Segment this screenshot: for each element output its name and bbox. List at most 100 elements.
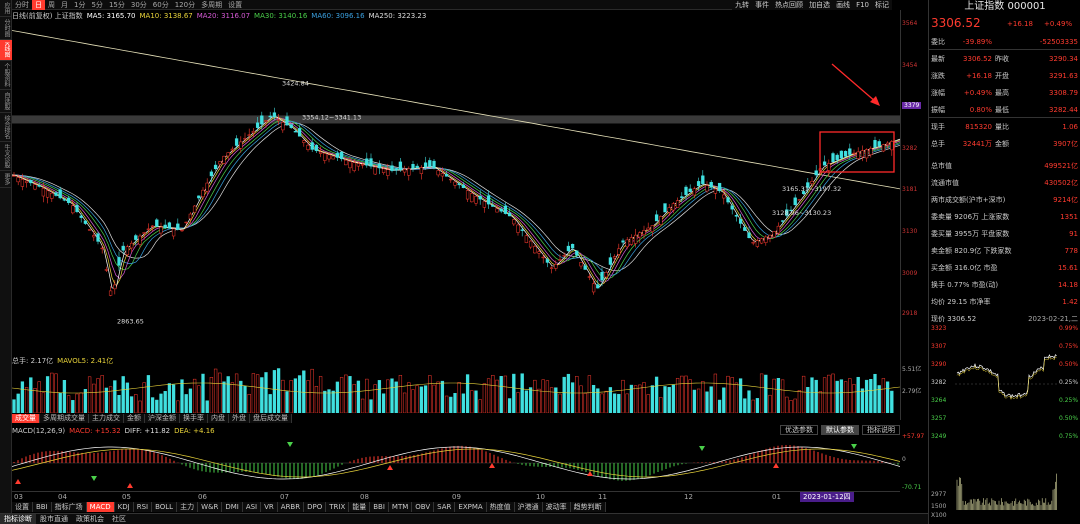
volume-bar	[230, 382, 235, 413]
candle-body	[117, 257, 121, 266]
status-tab[interactable]: 股市直通	[36, 514, 72, 524]
toolbar-button[interactable]: 热点回顾	[772, 0, 806, 10]
indicator-tab[interactable]: BOLL	[152, 502, 178, 512]
indicator-tab[interactable]: SAR	[434, 502, 456, 512]
left-rail-tab[interactable]: 自选股	[0, 90, 12, 113]
indicator-tab[interactable]: W&R	[198, 502, 223, 512]
indicator-help-button[interactable]: 指标说明	[862, 425, 900, 435]
macd-chart[interactable]	[12, 436, 900, 490]
period-tab[interactable]: 30分	[128, 0, 150, 10]
indicator-tab[interactable]: 能量	[349, 502, 371, 512]
left-rail-tab[interactable]: K线图	[0, 40, 12, 61]
indicator-tab[interactable]: 指标广场	[52, 502, 87, 512]
quote-value2: 3282.44	[1049, 106, 1078, 114]
candle-body	[243, 138, 247, 140]
volume-bar	[818, 391, 823, 413]
indicator-tab[interactable]: ASI	[243, 502, 262, 512]
volume-bar	[654, 376, 659, 413]
indicator-tab[interactable]: DMI	[222, 502, 243, 512]
toolbar-button[interactable]: 加自选	[806, 0, 833, 10]
period-tab[interactable]: 月	[58, 0, 71, 10]
candle-body	[671, 203, 676, 211]
period-tab[interactable]: 15分	[106, 0, 128, 10]
volume-bar	[524, 390, 529, 413]
period-tab[interactable]: 5分	[88, 0, 105, 10]
status-tab[interactable]: 社区	[108, 514, 130, 524]
fundamental-row: 均价 29.15 市净率 1.42	[929, 296, 1080, 307]
volume-bar	[587, 375, 592, 413]
volume-bar	[747, 390, 751, 413]
candle-body	[743, 227, 747, 231]
date-label: 01	[772, 493, 781, 501]
indicator-tab[interactable]: OBV	[412, 502, 435, 512]
status-tab[interactable]: 政策机会	[72, 514, 108, 524]
volume-indicator-tab[interactable]: 换手率	[180, 414, 208, 423]
intraday-price-label: 3249	[931, 433, 946, 440]
volume-indicator-tab[interactable]: 盘后成交量	[250, 414, 292, 423]
period-tab[interactable]: 设置	[225, 0, 245, 10]
volume-bar	[331, 390, 335, 413]
indicator-tab[interactable]: RSI	[134, 502, 153, 512]
indicator-tab[interactable]: MACD	[86, 502, 115, 512]
indicator-tab[interactable]: DPO	[304, 502, 327, 512]
fundamental-row: 换手 0.77% 市盈(动) 14.18	[929, 279, 1080, 290]
indicator-tab[interactable]: BBI	[370, 502, 389, 512]
volume-indicator-tab[interactable]: 金额	[124, 414, 145, 423]
candle-body	[92, 235, 96, 238]
volume-bar	[755, 398, 760, 413]
period-tab[interactable]: 周	[45, 0, 58, 10]
volume-indicator-tab[interactable]: 外盘	[229, 414, 250, 423]
toolbar-button[interactable]: 事件	[752, 0, 772, 10]
period-tab[interactable]: 分时	[12, 0, 32, 10]
intraday-chart[interactable]: 3323 3307 3290 3282 3264 3257 3249 0.99% 0.75% 0.…	[929, 322, 1080, 518]
indicator-tab[interactable]: ARBR	[278, 502, 305, 512]
volume-chart[interactable]	[12, 366, 900, 413]
fundamental-row: 流通市值 430502亿	[929, 177, 1080, 188]
default-params-button[interactable]: 默认参数	[821, 425, 859, 435]
candlestick-chart[interactable]: 3424.84 3354.12~3341.13 2863.65 3165.31~319…	[12, 22, 900, 332]
toolbar-button[interactable]: 画线	[833, 0, 853, 10]
indicator-tab[interactable]: 沪港通	[515, 502, 543, 512]
indicator-tab[interactable]: 主力	[177, 502, 199, 512]
indicator-tab[interactable]: MTM	[389, 502, 413, 512]
candle-body	[747, 232, 751, 238]
intraday-price-label: 3323	[931, 325, 946, 332]
left-rail-tab[interactable]: 个股资料	[0, 61, 12, 90]
indicator-tab[interactable]: EXPMA	[455, 502, 487, 512]
indicator-tab[interactable]: 趋势判断	[571, 502, 606, 512]
volume-bar	[495, 379, 499, 413]
indicator-tab[interactable]: 设置	[12, 502, 33, 512]
optimal-params-button[interactable]: 优选参数	[780, 425, 818, 435]
left-rail-tab[interactable]: 综合排名	[0, 113, 12, 142]
indicator-tab[interactable]: 波动率	[543, 502, 571, 512]
left-rail-tab[interactable]: 牛叉诊股	[0, 142, 12, 171]
indicator-tab[interactable]: VR	[261, 502, 278, 512]
toolbar-button[interactable]: 标记	[872, 0, 892, 10]
period-tab[interactable]: 多周期	[198, 0, 225, 10]
volume-indicator-tab[interactable]: 成交量	[12, 414, 40, 423]
period-tab[interactable]: 120分	[172, 0, 198, 10]
left-rail-tab[interactable]: 更多	[0, 171, 12, 188]
indicator-tab[interactable]: TRIX	[326, 502, 350, 512]
indicator-tab[interactable]: BBI	[33, 502, 52, 512]
volume-bar	[457, 382, 461, 413]
left-rail-tab[interactable]: 应用	[0, 0, 12, 17]
toolbar-right: 九转 事件 热点回顾 加自选 画线 F10 标记	[732, 0, 892, 10]
period-tab[interactable]: 日	[32, 0, 45, 10]
indicator-tab[interactable]: KDJ	[115, 502, 134, 512]
volume-bar	[310, 368, 314, 413]
left-rail-tab[interactable]: 分时图	[0, 17, 12, 40]
status-tab[interactable]: 指标诊断	[0, 514, 36, 524]
volume-indicator-tab[interactable]: 内盘	[208, 414, 229, 423]
toolbar-button[interactable]: F10	[853, 1, 872, 9]
volume-indicator-tab[interactable]: 沪深金额	[145, 414, 180, 423]
candle-body	[285, 116, 289, 126]
volume-bar	[759, 373, 764, 413]
period-tab[interactable]: 1分	[71, 0, 88, 10]
candle-body	[541, 256, 545, 259]
volume-indicator-tab[interactable]: 主力成交	[89, 414, 124, 423]
period-tab[interactable]: 60分	[150, 0, 172, 10]
indicator-tab[interactable]: 热度值	[487, 502, 515, 512]
toolbar-button[interactable]: 九转	[732, 0, 752, 10]
volume-indicator-tab[interactable]: 多周期成交量	[40, 414, 89, 423]
